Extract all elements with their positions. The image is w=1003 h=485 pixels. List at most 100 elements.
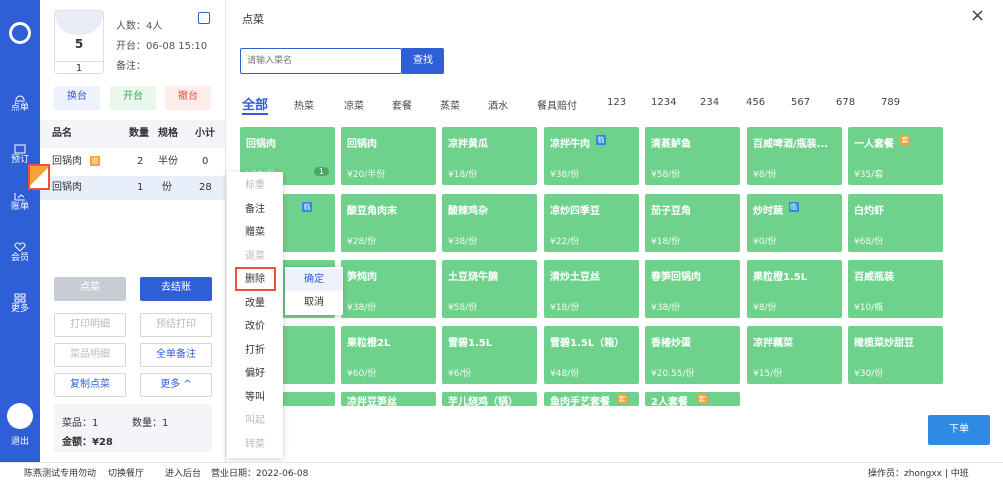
dish-tile[interactable]: 雪碧1.5L（箱） ¥48/份: [544, 326, 639, 384]
dish-price: ¥30/份: [854, 369, 884, 379]
dish-tile[interactable]: 凉炒四季豆 ¥22/份: [544, 194, 639, 252]
dish-name: 一人套餐: [854, 139, 894, 150]
dish-tile[interactable]: 芋儿烧鸡（锅）: [442, 392, 537, 406]
print-detail-button[interactable]: 打印明细: [54, 313, 126, 337]
dish-tile[interactable]: 凉拌牛肉临 ¥38/份: [544, 127, 639, 185]
dish-price: ¥28/份: [347, 237, 377, 247]
tab-category[interactable]: 凉菜: [344, 97, 364, 112]
nav-more[interactable]: 更多: [0, 293, 40, 315]
dish-tile[interactable]: 一人套餐套 ¥35/套: [848, 127, 943, 185]
nav-bill[interactable]: 账单: [0, 191, 40, 213]
dish-tile[interactable]: 鱼肉手艺套餐套: [544, 392, 639, 406]
copy-order-button[interactable]: 复制点菜: [54, 373, 126, 397]
cancel-table-button[interactable]: 撤台: [165, 86, 211, 110]
order-header: 品名 数量 规格 小计: [40, 120, 225, 148]
dish-name: 酸辣鸡杂: [448, 206, 488, 217]
edit-icon[interactable]: [198, 12, 210, 24]
tab-category[interactable]: 567: [791, 97, 810, 108]
dish-tile[interactable]: 2人套餐套: [645, 392, 740, 406]
dish-price: ¥20/半份: [347, 170, 386, 180]
dish-tile[interactable]: 凉拌藕菜 ¥15/份: [747, 326, 842, 384]
pre-print-button[interactable]: 预结打印: [140, 313, 212, 337]
dish-tile[interactable]: 笋炖肉 ¥38/份: [341, 260, 436, 318]
dish-tile[interactable]: 春笋回锅肉 ¥38/份: [645, 260, 740, 318]
dish-tile[interactable]: 茄子豆角 ¥18/份: [645, 194, 740, 252]
menu-item[interactable]: 等叫: [227, 390, 283, 406]
dish-detail-button[interactable]: 菜品明细: [54, 343, 126, 367]
dish-price: ¥10/瓶: [854, 303, 884, 313]
dish-tile[interactable]: 百威啤酒/瓶装... ¥8/份: [747, 127, 842, 185]
submit-order-button[interactable]: 下单: [928, 415, 990, 445]
exit-link[interactable]: 退出: [0, 437, 40, 448]
dish-name: 炒时蔬: [753, 206, 783, 217]
nav-reserve[interactable]: 预订: [0, 144, 40, 166]
tab-category[interactable]: 678: [836, 97, 855, 108]
checkout-button[interactable]: 去结账: [140, 277, 212, 301]
grid-icon: [14, 293, 26, 303]
dish-tile[interactable]: 炒时蔬临 ¥0/份: [747, 194, 842, 252]
search-button[interactable]: 查找: [402, 48, 444, 74]
tab-category[interactable]: 123: [607, 97, 626, 108]
dish-tile[interactable]: 百威瓶装 ¥10/瓶: [848, 260, 943, 318]
dish-name: 凉拌藕菜: [753, 338, 793, 349]
switch-restaurant[interactable]: 切换餐厅: [108, 463, 144, 485]
menu-item: 退菜: [245, 250, 265, 262]
more-button[interactable]: 更多 ^: [140, 373, 212, 397]
tab-category[interactable]: 餐具赔付: [537, 97, 577, 112]
menu-item[interactable]: 备注: [227, 202, 283, 218]
tab-category[interactable]: 套餐: [392, 97, 412, 112]
menu-item[interactable]: 打折: [227, 343, 283, 359]
menu-item[interactable]: 偏好: [227, 366, 283, 382]
confirm-ok-button[interactable]: 确定: [285, 269, 343, 291]
tab-category[interactable]: 456: [746, 97, 765, 108]
dish-tile[interactable]: 清蒸鲈鱼 ¥58/份: [645, 127, 740, 185]
tab-category[interactable]: 234: [700, 97, 719, 108]
dish-tile[interactable]: 凉拌豆笋丝: [341, 392, 436, 406]
enter-backend[interactable]: 进入后台: [165, 463, 201, 485]
confirm-cancel-button[interactable]: 取消: [285, 292, 343, 314]
menu-item[interactable]: 赠菜: [227, 225, 283, 241]
dish-tile[interactable]: 清炒土豆丝 ¥18/份: [544, 260, 639, 318]
avatar[interactable]: [7, 403, 33, 429]
table-row-selected[interactable]: 回锅肉 1 份 28: [40, 176, 225, 200]
dish-price: ¥38/份: [651, 303, 681, 313]
nav-order[interactable]: 点单: [0, 92, 40, 114]
nav-member[interactable]: 会员: [0, 242, 40, 264]
dish-tile[interactable]: 白灼虾 ¥68/份: [848, 194, 943, 252]
all-note-button[interactable]: 全单备注: [140, 343, 212, 367]
open-table-button[interactable]: 开台: [110, 86, 156, 110]
dish-tile[interactable]: 酸辣鸡杂 ¥38/份: [442, 194, 537, 252]
dish-name: 回锅肉: [347, 139, 377, 150]
dish-price: ¥35/套: [854, 170, 884, 180]
menu-item[interactable]: 改量: [227, 296, 283, 312]
change-table-button[interactable]: 换台: [54, 86, 100, 110]
dish-tile[interactable]: 回锅肉 ¥20/半份: [341, 127, 436, 185]
dish-tile[interactable]: 香椿炒蛋 ¥20.55/份: [645, 326, 740, 384]
dish-name: 白灼虾: [854, 206, 884, 217]
close-icon[interactable]: ×: [970, 5, 985, 26]
dish-tile[interactable]: 酸豆角肉末 ¥28/份: [341, 194, 436, 252]
dish-tile[interactable]: 果粒橙2L ¥60/份: [341, 326, 436, 384]
dish-tile[interactable]: 橄榄菜炒甜豆 ¥30/份: [848, 326, 943, 384]
calendar-icon: [14, 144, 26, 154]
search-input[interactable]: [240, 48, 402, 74]
order-button[interactable]: 点菜: [54, 277, 126, 301]
dish-tag: 临: [302, 202, 312, 212]
dish-tile[interactable]: 土豆烧牛腩 ¥58/份: [442, 260, 537, 318]
dish-price: ¥38/份: [550, 170, 580, 180]
tab-category[interactable]: 789: [881, 97, 900, 108]
operator: 操作员：zhongxx | 中班: [868, 469, 969, 479]
tab-category[interactable]: 热菜: [294, 97, 314, 112]
tab-category[interactable]: 酒水: [488, 97, 508, 112]
dish-tile[interactable]: 雪碧1.5L ¥6/份: [442, 326, 537, 384]
menu-item[interactable]: 改价: [227, 319, 283, 335]
dish-tile[interactable]: 凉拌黄瓜 ¥18/份: [442, 127, 537, 185]
dish-tile[interactable]: 果粒橙1.5L ¥8/份: [747, 260, 842, 318]
tab-category[interactable]: 1234: [651, 97, 676, 108]
dish-name: 百威瓶装: [854, 272, 894, 283]
dish-name: 春笋回锅肉: [651, 272, 701, 283]
table-row[interactable]: 回锅肉 退 2 半份 0: [40, 150, 225, 174]
tab-category[interactable]: 全部: [242, 94, 268, 113]
dish-name: 清炒土豆丝: [550, 272, 600, 283]
tab-category[interactable]: 蒸菜: [440, 97, 460, 112]
